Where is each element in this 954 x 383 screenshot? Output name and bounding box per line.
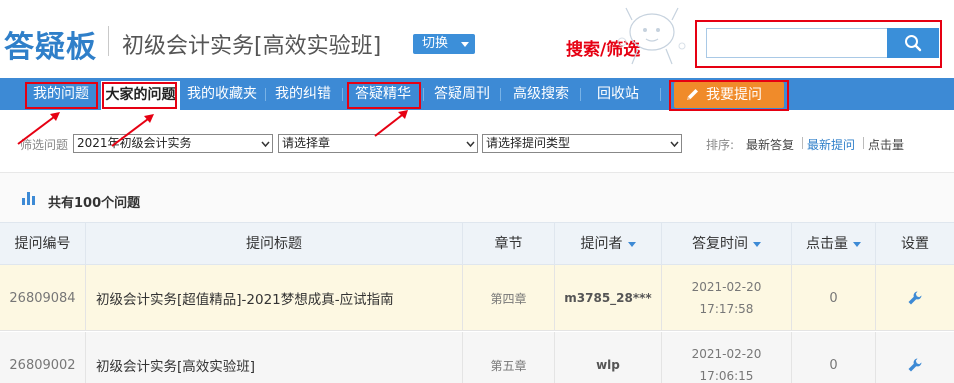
- col-header-id-label: 提问编号: [14, 236, 71, 252]
- col-header-id: 提问编号: [0, 223, 86, 265]
- chevron-down-icon: [461, 42, 469, 47]
- reply-time: 2021-02-20 17:06:15: [662, 332, 792, 383]
- nav-essentials[interactable]: 答疑精华: [348, 78, 418, 110]
- table-row[interactable]: 26809084 初级会计实务[超值精品]-2021梦想成真-应试指南 第四章 …: [0, 265, 954, 331]
- col-header-reply-time-label: 答复时间: [692, 236, 748, 252]
- logo-divider: [108, 26, 109, 56]
- table-header: 提问编号 提问标题 章节 提问者 答复时间 点击量 设置: [0, 222, 954, 265]
- reply-clock: 17:17:58: [699, 302, 754, 316]
- col-header-asker[interactable]: 提问者: [555, 223, 662, 265]
- pencil-icon: [687, 89, 698, 100]
- switch-course-button[interactable]: 切换: [413, 34, 475, 54]
- nav-recycle-bin[interactable]: 回收站: [588, 78, 648, 110]
- filter-bar: 筛选问题 2021年初级会计实务 请选择章 请选择提问类型 排序: 最新答复 最…: [0, 110, 954, 172]
- nav-my-questions[interactable]: 我的问题: [26, 78, 96, 110]
- nav-divider: [500, 88, 501, 101]
- reply-time: 2021-02-20 17:17:58: [662, 265, 792, 331]
- question-chapter: 第四章: [463, 265, 555, 331]
- sort-label: 排序:: [706, 138, 735, 152]
- nav-divider: [265, 88, 266, 101]
- ask-question-button[interactable]: 我要提问: [674, 82, 784, 108]
- reply-date: 2021-02-20: [691, 280, 762, 294]
- col-header-title: 提问标题: [86, 223, 463, 265]
- filter-label: 筛选问题: [20, 138, 69, 152]
- sort-down-icon: [753, 241, 761, 247]
- reply-date: 2021-02-20: [691, 347, 762, 361]
- app-logo[interactable]: 答疑板: [4, 22, 97, 66]
- question-type-select[interactable]: 请选择提问类型: [482, 134, 682, 153]
- wrench-icon[interactable]: [907, 290, 923, 306]
- nav-divider: [580, 88, 581, 101]
- sort-divider: [802, 137, 803, 149]
- settings-cell: [876, 265, 954, 331]
- col-header-settings: 设置: [876, 223, 954, 265]
- nav-favorites[interactable]: 我的收藏夹: [182, 78, 262, 110]
- col-header-reply-time[interactable]: 答复时间: [662, 223, 792, 265]
- sort-click-count[interactable]: 点击量: [868, 136, 904, 153]
- result-count-bar: 共有100个问题: [0, 172, 954, 222]
- sort-divider: [863, 137, 864, 149]
- click-count: 0: [792, 265, 876, 331]
- question-id: 26809084: [0, 265, 86, 331]
- bar-chart-icon: [22, 192, 35, 205]
- chapter-select[interactable]: 请选择章: [278, 134, 478, 153]
- nav-all-questions[interactable]: 大家的问题: [101, 81, 180, 110]
- nav-divider: [660, 88, 661, 101]
- main-nav: 我的问题 大家的问题 我的收藏夹 我的纠错 答疑精华 答疑周刊 高级搜索 回收站: [0, 78, 954, 110]
- nav-advanced-search[interactable]: 高级搜索: [506, 78, 576, 110]
- chevron-down-icon: [466, 141, 475, 148]
- mascot-illustration: [617, 7, 686, 65]
- question-title-link[interactable]: 初级会计实务[高效实验班]: [86, 332, 463, 383]
- question-type-select-value: 请选择提问类型: [486, 136, 571, 150]
- ask-question-label: 我要提问: [706, 87, 762, 103]
- sort-latest-question[interactable]: 最新提问: [807, 136, 855, 153]
- question-asker: m3785_28***: [555, 265, 662, 331]
- col-header-settings-label: 设置: [901, 236, 929, 252]
- page-header: 答疑板 初级会计实务[高效实验班] 切换 搜索/筛选: [0, 0, 954, 78]
- settings-cell: [876, 332, 954, 383]
- nav-divider: [342, 88, 343, 101]
- nav-divider: [423, 88, 424, 101]
- chevron-down-icon: [261, 141, 270, 148]
- col-header-title-label: 提问标题: [246, 236, 302, 252]
- wrench-icon[interactable]: [907, 357, 923, 373]
- question-chapter: 第五章: [463, 332, 555, 383]
- search-button[interactable]: [887, 28, 939, 58]
- col-header-asker-label: 提问者: [580, 236, 623, 252]
- chapter-select-value: 请选择章: [282, 136, 331, 150]
- search-icon: [905, 35, 922, 52]
- col-header-clicks[interactable]: 点击量: [792, 223, 876, 265]
- col-header-chapter-label: 章节: [494, 236, 523, 252]
- question-title-link[interactable]: 初级会计实务[超值精品]-2021梦想成真-应试指南: [86, 265, 463, 331]
- sort-latest-reply[interactable]: 最新答复: [746, 136, 794, 153]
- question-id: 26809002: [0, 332, 86, 383]
- search-input[interactable]: [706, 28, 888, 58]
- table-row[interactable]: 26809002 初级会计实务[高效实验班] 第五章 wlp 2021-02-2…: [0, 332, 954, 383]
- switch-label: 切换: [422, 36, 449, 51]
- sort-down-icon: [627, 241, 636, 247]
- col-header-clicks-label: 点击量: [806, 236, 848, 252]
- col-header-chapter: 章节: [463, 223, 555, 265]
- course-select-value: 2021年初级会计实务: [77, 136, 192, 150]
- course-select[interactable]: 2021年初级会计实务: [73, 134, 273, 153]
- reply-clock: 17:06:15: [699, 369, 754, 383]
- nav-weekly[interactable]: 答疑周刊: [427, 78, 497, 110]
- question-asker: wlp: [555, 332, 662, 383]
- click-count: 0: [792, 332, 876, 383]
- sort-down-icon: [853, 241, 861, 247]
- chevron-down-icon: [670, 141, 679, 148]
- course-title: 初级会计实务[高效实验班]: [122, 34, 382, 59]
- nav-my-corrections[interactable]: 我的纠错: [268, 78, 338, 110]
- result-count: 共有100个问题: [48, 196, 141, 211]
